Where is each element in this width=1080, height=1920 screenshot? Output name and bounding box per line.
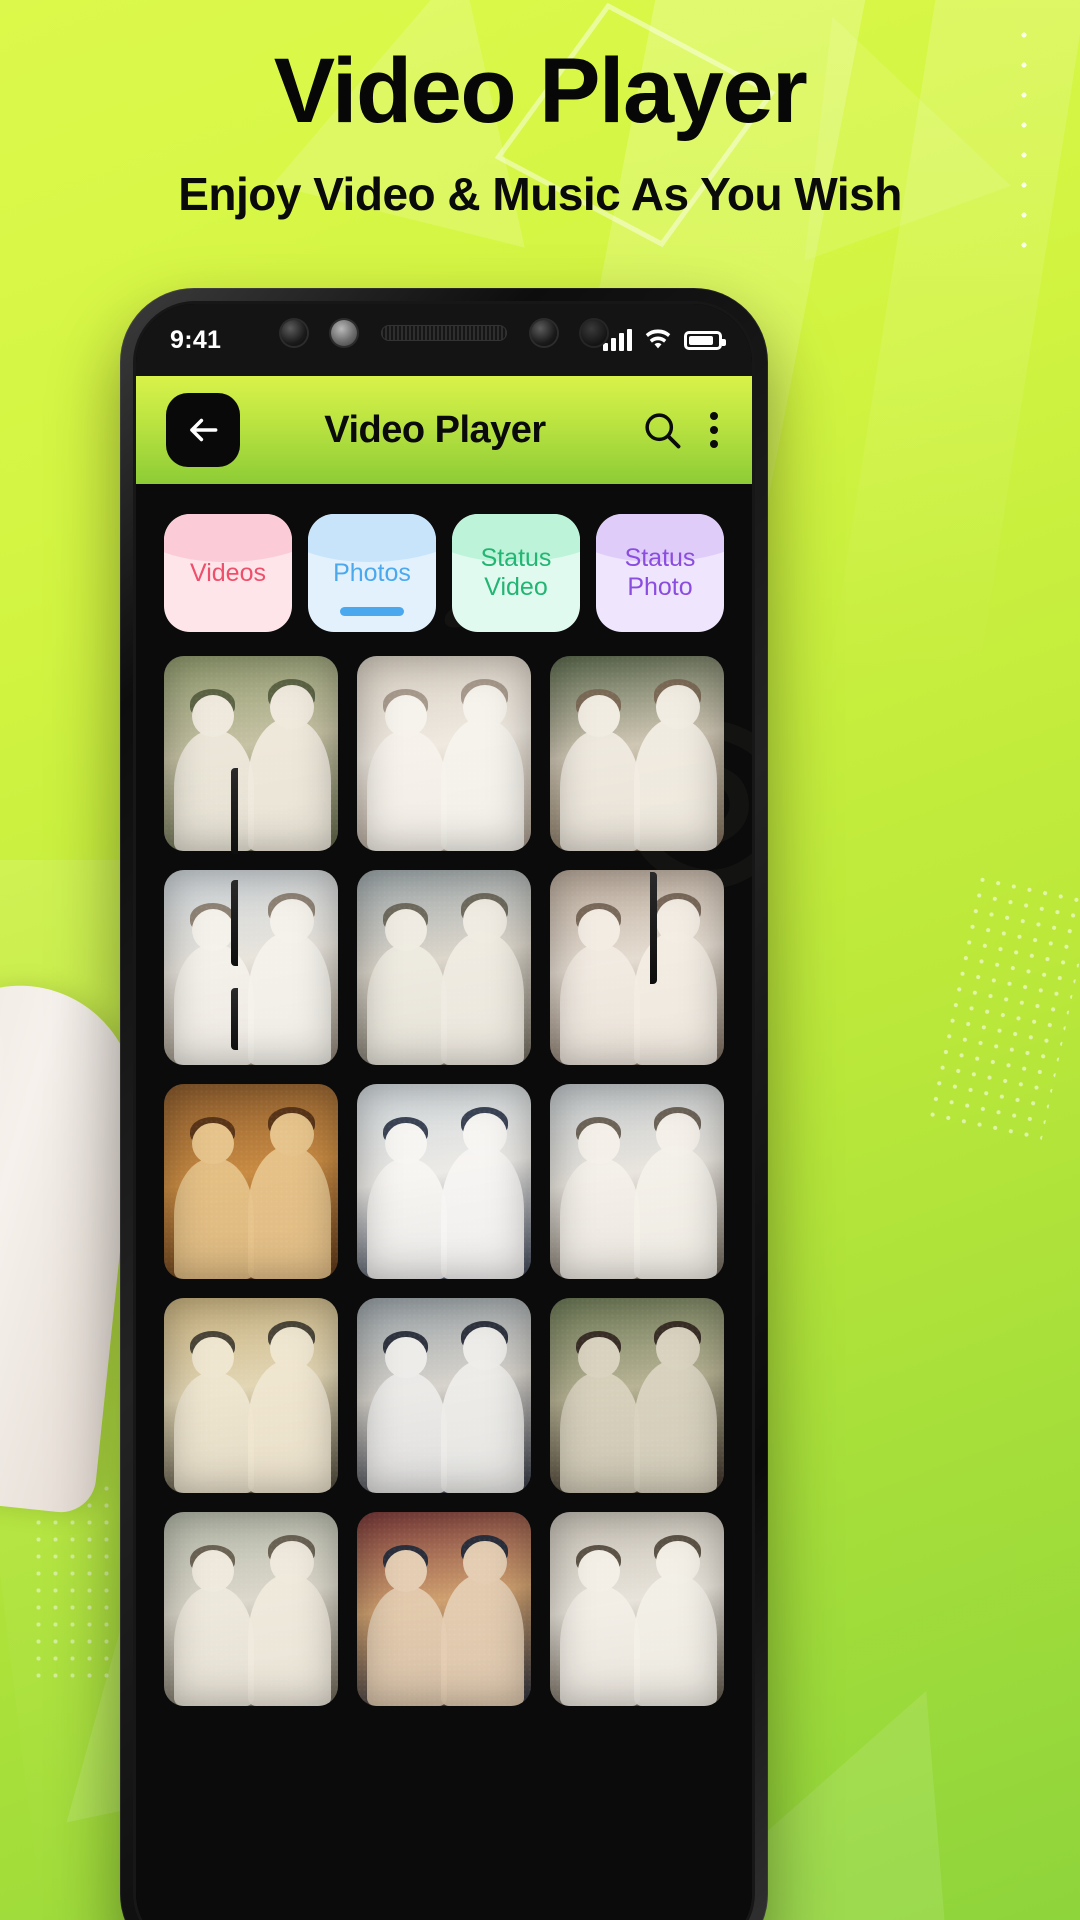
photo-thumbnail[interactable] — [357, 1297, 531, 1493]
photo-vignette-overlay — [357, 1084, 531, 1279]
photo-image — [357, 869, 531, 1065]
photo-vignette-overlay — [357, 1298, 531, 1493]
tab-blob-decoration — [308, 514, 436, 562]
photo-vignette-overlay — [164, 1298, 338, 1493]
search-icon[interactable] — [640, 408, 684, 452]
earpiece-speaker-icon — [381, 325, 507, 341]
notch-sensor-cluster — [281, 320, 607, 346]
photo-image — [550, 869, 724, 1065]
photo-thumbnail[interactable] — [550, 869, 724, 1065]
photo-thumbnail[interactable] — [357, 1511, 531, 1707]
tab-status-photo[interactable]: Status Photo — [596, 514, 724, 632]
photo-vignette-overlay — [550, 1084, 724, 1279]
photo-vignette-overlay — [164, 870, 338, 1065]
photo-image — [550, 656, 724, 851]
front-camera-icon — [331, 320, 357, 346]
tab-photos[interactable]: Photos — [308, 514, 436, 632]
volume-down-button[interactable] — [231, 880, 238, 966]
photo-thumbnail[interactable] — [164, 1511, 338, 1707]
photo-vignette-overlay — [550, 656, 724, 851]
photo-image — [164, 1083, 338, 1279]
photo-thumbnail[interactable] — [164, 869, 338, 1065]
photo-thumbnail[interactable] — [550, 1511, 724, 1707]
photo-image — [164, 1511, 338, 1707]
ambient-light-sensor-icon — [531, 320, 557, 346]
photo-thumbnail[interactable] — [357, 656, 531, 851]
photo-thumbnail[interactable] — [550, 656, 724, 851]
tab-blob-decoration — [164, 514, 292, 562]
photo-image — [357, 1297, 531, 1493]
page-title: Video Player — [273, 40, 808, 142]
photo-thumbnail[interactable] — [164, 656, 338, 851]
category-tabs: Videos Photos Status Video Status Photo — [136, 484, 752, 656]
tab-status-video-label: Status Video — [480, 544, 552, 601]
wifi-icon — [645, 329, 671, 349]
photo-grid — [136, 656, 752, 1734]
photo-image — [357, 1511, 531, 1707]
photo-vignette-overlay — [164, 1512, 338, 1707]
tab-status-video[interactable]: Status Video — [452, 514, 580, 632]
mute-switch[interactable] — [231, 988, 238, 1050]
photo-image — [550, 1297, 724, 1493]
photo-image — [550, 1511, 724, 1707]
proximity-sensor-icon — [281, 320, 307, 346]
photo-vignette-overlay — [357, 656, 531, 851]
photo-image — [164, 869, 338, 1065]
back-arrow-icon — [190, 418, 218, 442]
photo-thumbnail[interactable] — [357, 1083, 531, 1279]
tab-photos-label: Photos — [333, 558, 411, 587]
tab-videos-label: Videos — [190, 558, 266, 587]
photo-thumbnail[interactable] — [164, 1083, 338, 1279]
page-subtitle: Enjoy Video & Music As You Wish — [178, 168, 902, 221]
status-bar-icons — [603, 329, 726, 351]
gallery-content: ♪ ◎ Videos Photos Status Video — [136, 484, 752, 1920]
photo-thumbnail[interactable] — [550, 1083, 724, 1279]
photo-image — [164, 656, 338, 851]
kebab-menu-icon[interactable] — [706, 408, 722, 452]
status-bar: 9:41 — [136, 304, 752, 376]
photo-vignette-overlay — [357, 870, 531, 1065]
battery-icon — [684, 330, 726, 350]
photo-vignette-overlay — [550, 870, 724, 1065]
tab-status-photo-label: Status Photo — [624, 544, 696, 601]
tab-videos[interactable]: Videos — [164, 514, 292, 632]
phone-screen: 9:41 Video Player Videos Photos Status V… — [133, 301, 755, 1920]
photo-vignette-overlay — [550, 1512, 724, 1707]
app-bar-title: Video Player — [324, 408, 546, 451]
decorative-dots — [922, 870, 1080, 1150]
photo-image — [550, 1083, 724, 1279]
photo-vignette-overlay — [357, 1512, 531, 1707]
promo-header: Video Player Enjoy Video & Music As You … — [0, 40, 1080, 221]
photo-image — [357, 656, 531, 851]
ir-sensor-icon — [581, 320, 607, 346]
photo-thumbnail[interactable] — [550, 1297, 724, 1493]
photo-image — [164, 1297, 338, 1493]
photo-vignette-overlay — [164, 1084, 338, 1279]
power-button[interactable] — [650, 872, 657, 984]
photo-thumbnail[interactable] — [357, 869, 531, 1065]
photo-vignette-overlay — [550, 1298, 724, 1493]
photo-image — [357, 1083, 531, 1279]
status-bar-clock: 9:41 — [170, 325, 222, 354]
signal-bars-icon — [603, 329, 632, 351]
tab-selected-indicator — [340, 607, 404, 616]
phone-mockup: 9:41 Video Player Videos Photos Status V… — [120, 288, 768, 1920]
photo-thumbnail[interactable] — [164, 1297, 338, 1493]
volume-up-button[interactable] — [231, 768, 238, 854]
back-button[interactable] — [166, 393, 240, 467]
app-bar: Video Player — [136, 376, 752, 484]
app-bar-actions — [640, 408, 722, 452]
photo-vignette-overlay — [164, 656, 338, 851]
